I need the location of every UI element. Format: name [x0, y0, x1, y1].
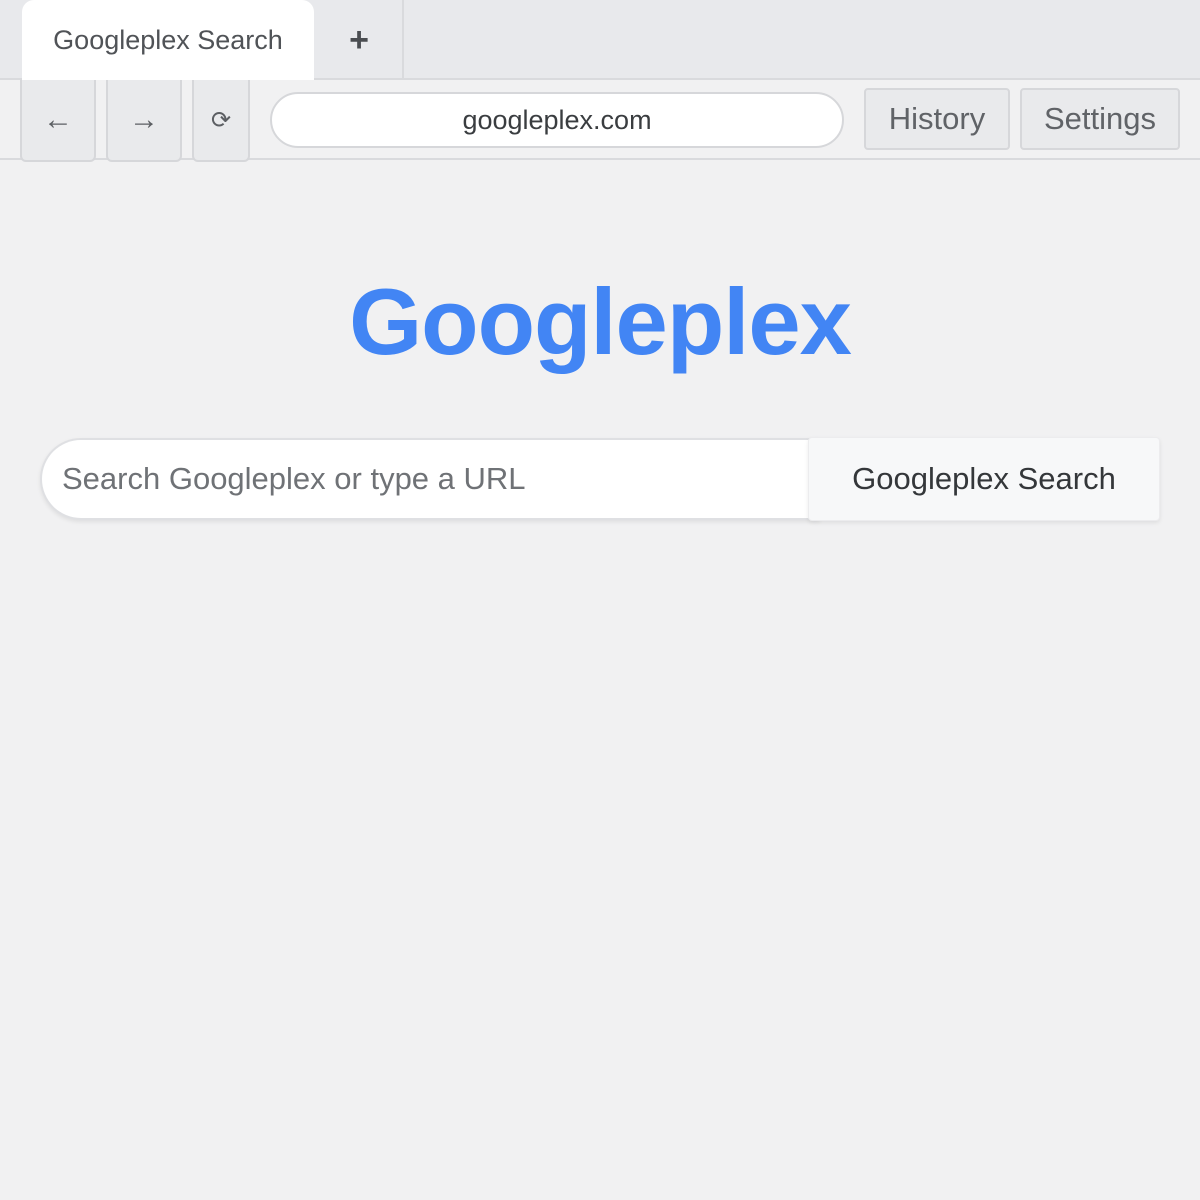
- search-box: [40, 438, 820, 520]
- settings-button[interactable]: Settings: [1020, 88, 1180, 150]
- browser-toolbar: ← → ⟳ googleplex.com History Settings: [0, 80, 1200, 162]
- search-button[interactable]: Googleplex Search: [808, 437, 1160, 521]
- search-input[interactable]: [42, 440, 820, 518]
- arrow-right-icon: →: [129, 103, 159, 136]
- browser-window: Googleplex Search + ← → ⟳ googleplex.com…: [0, 0, 1200, 1200]
- tab-strip: Googleplex Search +: [0, 0, 1200, 80]
- history-label: History: [888, 101, 986, 136]
- address-bar[interactable]: googleplex.com: [270, 92, 844, 148]
- settings-label: Settings: [1043, 101, 1156, 136]
- history-button[interactable]: History: [864, 88, 1010, 150]
- search-button-label: Googleplex Search: [852, 461, 1116, 496]
- forward-button[interactable]: →: [106, 80, 182, 162]
- reload-icon: ⟳: [210, 106, 232, 134]
- address-url: googleplex.com: [462, 104, 652, 135]
- back-button[interactable]: ←: [20, 80, 96, 162]
- arrow-left-icon: ←: [43, 103, 73, 136]
- reload-button[interactable]: ⟳: [192, 80, 250, 162]
- tab-title: Googleplex Search: [53, 24, 283, 55]
- tab-googleplex-search[interactable]: Googleplex Search: [22, 0, 314, 80]
- googleplex-logo: Googleplex: [349, 269, 852, 374]
- plus-icon: +: [349, 20, 369, 59]
- new-tab-button[interactable]: +: [316, 0, 404, 80]
